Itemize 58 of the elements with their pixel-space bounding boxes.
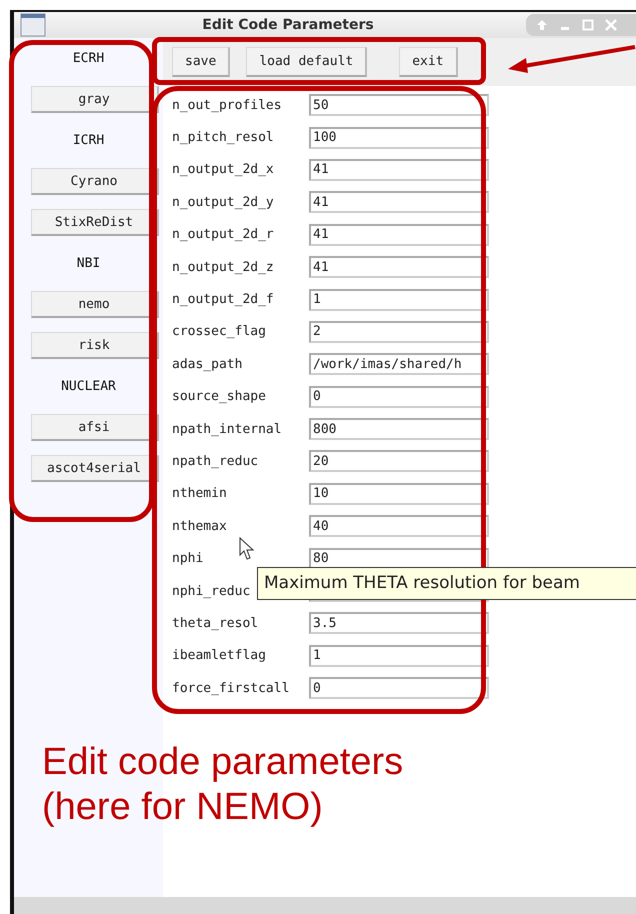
parameter-field[interactable]: 100 [309, 126, 489, 149]
caption-text: Edit code parameters (here for NEMO) [42, 740, 404, 830]
parameter-field[interactable]: 41 [309, 256, 489, 278]
section-label: ICRH [72, 133, 104, 148]
section-label: NBI [76, 256, 100, 271]
tooltip: Maximum THETA resolution for beam [257, 567, 636, 600]
parameter-label: nphi [172, 551, 204, 566]
parameter-field[interactable]: 2 [309, 320, 489, 343]
parameter-label: n_output_2d_x [172, 162, 275, 178]
parameter-label: source_shape [172, 389, 267, 404]
up-arrow-icon[interactable] [536, 19, 548, 31]
code-button[interactable]: ascot4serial [30, 455, 158, 482]
parameter-label: crossec_flag [172, 324, 267, 340]
toolbar-button[interactable]: load default [246, 47, 368, 77]
parameter-label: ibeamletflag [172, 648, 267, 664]
parameter-label: theta_resol [172, 616, 260, 631]
parameter-label: npath_reduc [172, 454, 260, 469]
parameter-field[interactable]: 10 [309, 482, 489, 505]
parameter-label: n_output_2d_f [172, 292, 275, 308]
parameter-label: n_output_2d_r [172, 227, 275, 242]
code-button[interactable]: nemo [30, 291, 158, 318]
parameter-field[interactable]: 41 [309, 158, 489, 181]
window-title: Edit Code Parameters [202, 17, 374, 33]
code-button[interactable]: afsi [30, 414, 158, 441]
parameter-field[interactable]: /work/imas/shared/h [309, 353, 489, 376]
parameter-field[interactable]: 1 [309, 288, 489, 311]
parameter-field[interactable]: 3.5 [309, 612, 489, 634]
toolbar-button[interactable]: exit [399, 47, 458, 77]
parameter-field[interactable]: 0 [309, 386, 489, 408]
mouse-pointer-icon [239, 537, 255, 561]
section-label: NUCLEAR [61, 379, 116, 394]
parameter-label: n_out_profiles [172, 98, 283, 113]
parameter-field[interactable]: 0 [309, 677, 489, 700]
parameter-label: nthemax [172, 518, 228, 534]
code-button[interactable]: risk [30, 332, 158, 359]
parameter-label: nphi_reduc [172, 584, 252, 599]
toolbar-button[interactable]: save [172, 47, 230, 77]
parameter-label: n_output_2d_y [172, 194, 275, 210]
parameter-field[interactable]: 1 [309, 644, 489, 667]
close-icon[interactable] [605, 19, 617, 31]
maximize-icon[interactable] [582, 19, 594, 31]
parameter-label: adas_path [172, 356, 244, 372]
code-button[interactable]: gray [30, 86, 158, 113]
parameter-field[interactable]: 41 [309, 191, 489, 214]
window-icon [20, 13, 46, 37]
code-button[interactable]: StixReDist [30, 209, 158, 236]
parameter-label: force_firstcall [172, 680, 290, 696]
parameter-label: nthemin [172, 486, 228, 502]
parameter-field[interactable]: 50 [309, 94, 489, 116]
parameter-label: n_pitch_resol [172, 130, 275, 146]
parameter-field[interactable]: 40 [309, 515, 489, 538]
parameter-field[interactable]: 41 [309, 224, 489, 246]
parameter-field[interactable]: 800 [309, 418, 489, 440]
parameter-field[interactable]: 20 [309, 450, 489, 472]
parameter-label: n_output_2d_z [172, 260, 275, 275]
parameter-label: npath_internal [172, 422, 283, 437]
code-button[interactable]: Cyrano [30, 168, 158, 195]
section-label: ECRH [72, 51, 104, 66]
